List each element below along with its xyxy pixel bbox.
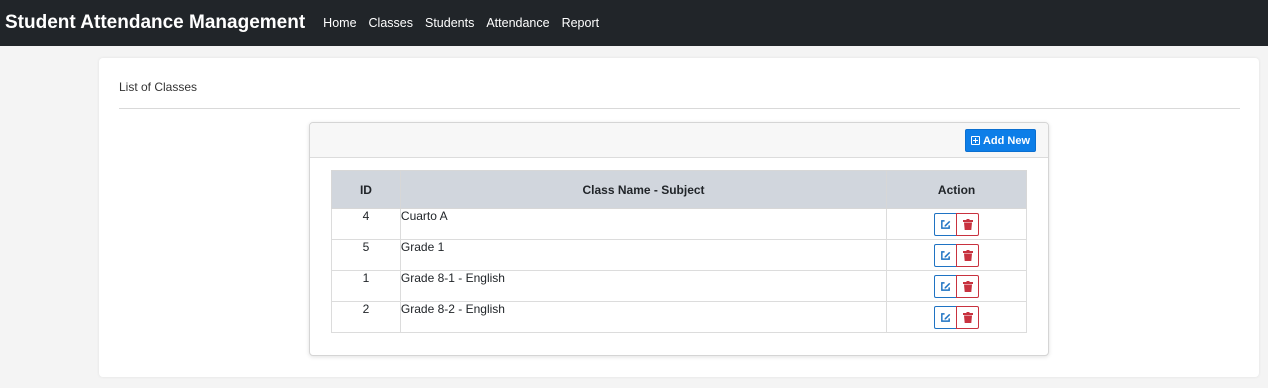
main-card: List of Classes Add New ID Class Name - … (99, 58, 1259, 377)
row-class-name: Cuarto A (399, 208, 888, 240)
delete-button[interactable] (956, 305, 980, 329)
trash-icon (962, 218, 973, 230)
add-new-button[interactable]: Add New (964, 129, 1036, 152)
action-button-group (934, 305, 980, 329)
row-id: 4 (331, 208, 401, 240)
trash-icon (962, 280, 973, 292)
nav-link-attendance[interactable]: Attendance (486, 16, 549, 30)
divider (119, 108, 1240, 109)
edit-button[interactable] (934, 305, 958, 329)
navbar: Student Attendance Management Home Class… (0, 0, 1268, 46)
trash-icon (962, 311, 973, 323)
nav-link-classes[interactable]: Classes (369, 16, 413, 30)
column-header-action: Action (886, 170, 1027, 209)
row-class-name: Grade 1 (399, 239, 888, 271)
row-class-name: Grade 8-2 - English (399, 301, 888, 333)
page-title: List of Classes (119, 80, 198, 94)
action-button-group (934, 243, 980, 267)
nav-link-students[interactable]: Students (425, 16, 474, 30)
edit-button[interactable] (934, 212, 958, 236)
table-row: 2 Grade 8-2 - English (331, 301, 1027, 333)
edit-icon (941, 219, 951, 229)
add-new-label: Add New (982, 134, 1030, 147)
edit-button[interactable] (934, 274, 958, 298)
delete-button[interactable] (956, 274, 980, 298)
plus-square-icon (970, 136, 980, 145)
column-header-id: ID (331, 170, 401, 209)
row-id: 2 (331, 301, 401, 333)
brand-title[interactable]: Student Attendance Management (5, 12, 305, 34)
edit-icon (941, 250, 951, 260)
nav-links: Home Classes Students Attendance Report (317, 16, 605, 30)
trash-icon (962, 249, 973, 261)
row-actions (886, 208, 1027, 240)
card-header: Add New (310, 123, 1048, 158)
delete-button[interactable] (956, 243, 980, 267)
edit-icon (941, 312, 951, 322)
table-row: 1 Grade 8-1 - English (331, 270, 1027, 302)
row-id: 1 (331, 270, 401, 302)
row-class-name: Grade 8-1 - English (399, 270, 888, 302)
row-actions (886, 301, 1027, 333)
delete-button[interactable] (956, 212, 980, 236)
row-actions (886, 239, 1027, 271)
table-row: 5 Grade 1 (331, 239, 1027, 271)
nav-link-home[interactable]: Home (323, 16, 356, 30)
table-row: 4 Cuarto A (331, 208, 1027, 240)
edit-button[interactable] (934, 243, 958, 267)
classes-table: ID Class Name - Subject Action 4 Cuarto … (331, 170, 1027, 333)
row-actions (886, 270, 1027, 302)
table-header-row: ID Class Name - Subject Action (331, 170, 1027, 209)
column-header-class-name: Class Name - Subject (399, 170, 888, 209)
action-button-group (934, 212, 980, 236)
nav-link-report[interactable]: Report (562, 16, 600, 30)
edit-icon (941, 281, 951, 291)
row-id: 5 (331, 239, 401, 271)
action-button-group (934, 274, 980, 298)
classes-card: Add New ID Class Name - Subject Action 4… (309, 122, 1049, 356)
